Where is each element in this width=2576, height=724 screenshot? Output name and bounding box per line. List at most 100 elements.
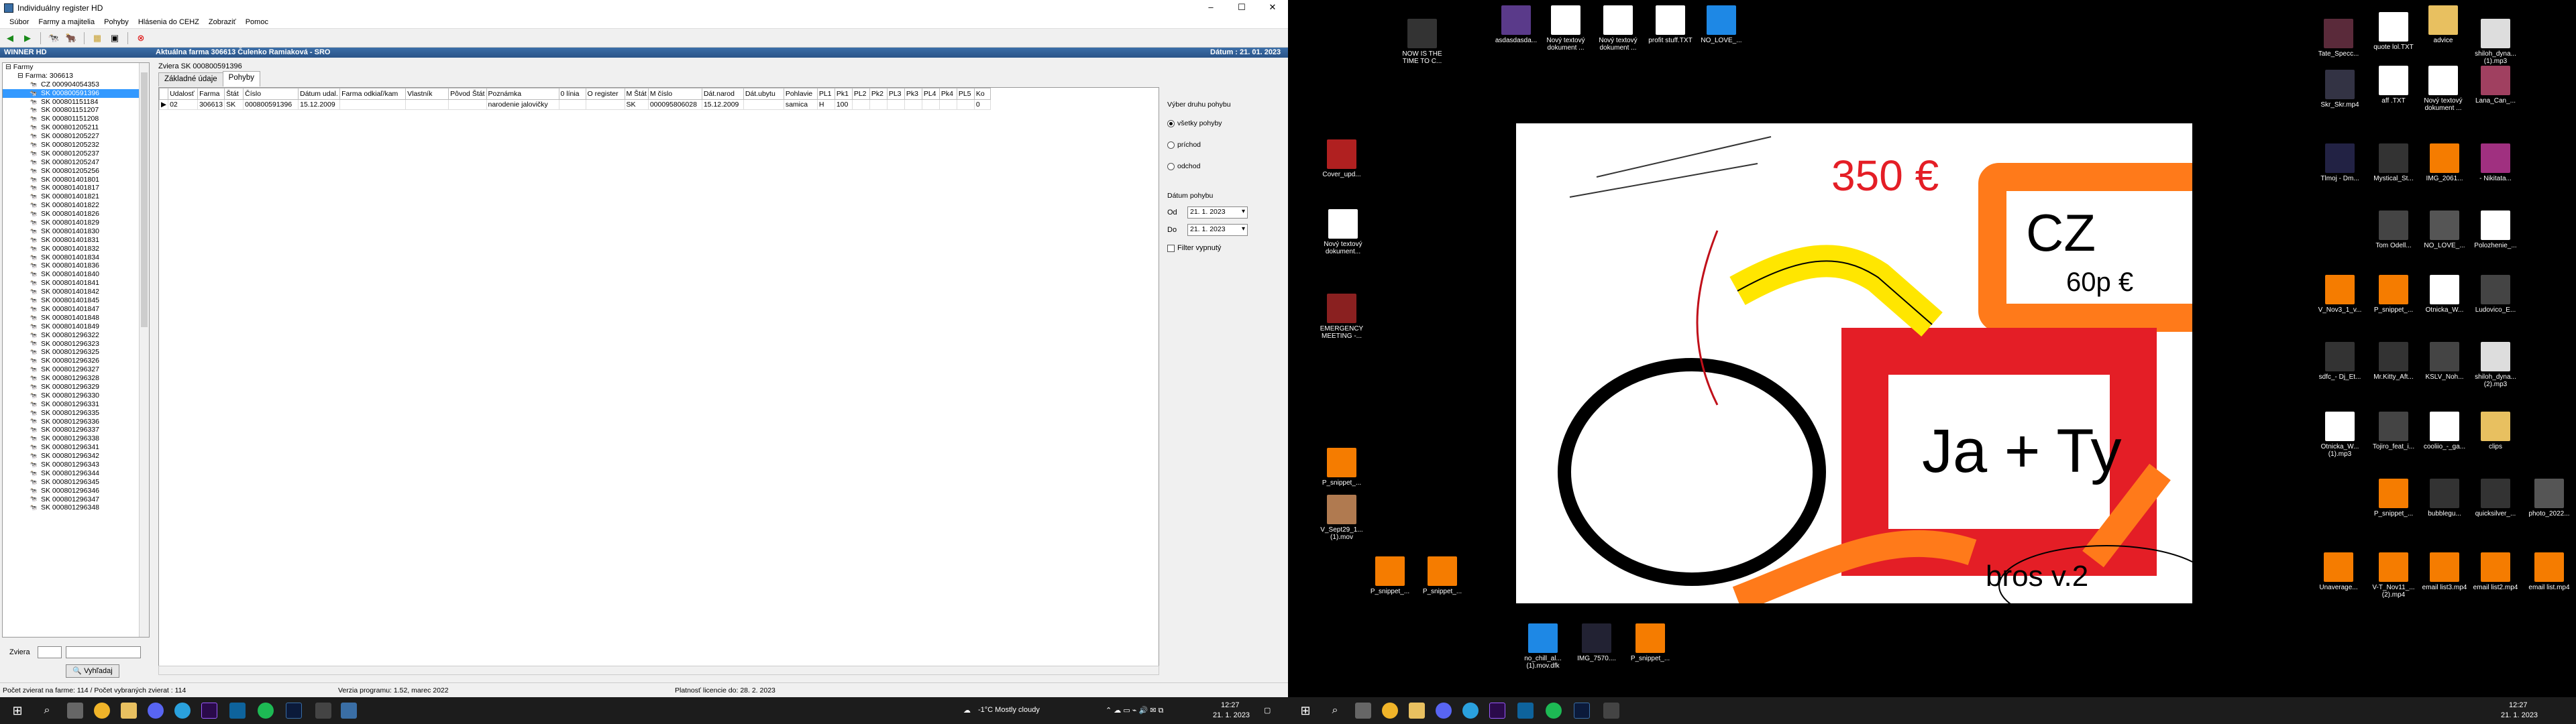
desktop-icon[interactable]: Mystical_St... [2367, 143, 2420, 182]
table-cell[interactable] [405, 99, 449, 110]
tree-item[interactable]: 🐄 SK 000801401836 [3, 261, 149, 270]
desktop-icon[interactable]: profit stuff.TXT [1644, 5, 1697, 44]
desktop-icon[interactable]: bubblegu... [2418, 479, 2471, 518]
column-header[interactable]: PL4 [921, 88, 940, 100]
table-cell[interactable]: narodenie jalovičky [486, 99, 559, 110]
close-button[interactable]: ✕ [1257, 0, 1288, 15]
discord-icon[interactable] [1436, 703, 1452, 719]
desktop-icon[interactable]: NOW IS THE TIME TO C... [1395, 19, 1449, 65]
column-header[interactable]: Číslo [243, 88, 299, 100]
column-header[interactable]: Ko [973, 88, 991, 100]
desktop-icon[interactable]: IMG_2061... [2418, 143, 2471, 182]
column-header[interactable]: Poznámka [486, 88, 559, 100]
tree-item[interactable]: 🐄 SK 000801401841 [3, 279, 149, 288]
table-cell[interactable]: 15.12.2009 [701, 99, 744, 110]
menu-file[interactable]: Súbor [9, 18, 29, 26]
tree-item[interactable]: 🐄 SK 000801401832 [3, 245, 149, 253]
menu-view[interactable]: Zobraziť [209, 18, 236, 26]
desktop-icon[interactable]: Nový textový dokument ... [2416, 66, 2470, 112]
animal-tree[interactable]: ⊟ Farmy ⊟ Farma: 306613 🐄 CZ 000904054353 🐄 S… [2, 62, 150, 638]
tree-root[interactable]: ⊟ Farmy [3, 63, 149, 72]
radio-departure[interactable]: odchod [1167, 156, 1268, 177]
file-explorer-icon[interactable] [1409, 703, 1425, 719]
tree-item[interactable]: 🐄 CZ 000904054353 [3, 80, 149, 89]
desktop-icon[interactable]: Polozhenie_... [2469, 210, 2522, 249]
column-header[interactable]: Vlastník [405, 88, 449, 100]
maximize-button[interactable]: ☐ [1226, 0, 1257, 15]
premiere-icon[interactable] [1489, 703, 1505, 719]
desktop-icon[interactable]: Nový textový dokument... [1316, 209, 1370, 255]
windows-start-icon[interactable]: ⊞ [1297, 703, 1313, 719]
desktop-icon[interactable]: cooliio_-_ga... [2418, 412, 2471, 450]
tree-item[interactable]: 🐄 SK 000801401821 [3, 192, 149, 201]
tray-icons[interactable]: ⌃ ☁ ▭ ⌁ 🔊 ✉ ⧉ [1106, 706, 1163, 715]
desktop-icon[interactable]: sdfc_- Dj_Et... [2313, 342, 2367, 381]
table-cell[interactable]: 0 [973, 99, 991, 110]
column-header[interactable]: PL2 [851, 88, 870, 100]
desktop-icon[interactable]: Tom Odell... [2367, 210, 2420, 249]
tree-item[interactable]: 🐄 SK 000801401831 [3, 236, 149, 245]
table-cell[interactable] [886, 99, 905, 110]
column-header[interactable]: Farma [197, 88, 225, 100]
telegram-icon[interactable] [1462, 703, 1479, 719]
desktop-icon[interactable]: V_Sept29_1... (1).mov [1315, 495, 1368, 541]
column-header[interactable]: Dátum udal. [298, 88, 341, 100]
tab-basic-data[interactable]: Základné údaje [158, 72, 223, 86]
weather-text[interactable]: -1°C Mostly cloudy [978, 706, 1040, 714]
column-header[interactable]: Dát.ubytu [743, 88, 784, 100]
column-header[interactable]: Pohlavie [783, 88, 818, 100]
desktop-icon[interactable]: Otnicka_W... [2418, 275, 2471, 314]
table-cell[interactable]: samica [783, 99, 818, 110]
tree-item[interactable]: 🐄 SK 000801205247 [3, 158, 149, 167]
tree-item[interactable]: 🐄 SK 000801401826 [3, 210, 149, 219]
desktop-icon[interactable]: shiloh_dyna... (1).mp3 [2469, 19, 2522, 65]
desktop-icon[interactable]: email list2.mp4 [2469, 552, 2522, 591]
desktop-icon[interactable]: - Nikitata... [2469, 143, 2522, 182]
column-header[interactable]: Pk2 [869, 88, 888, 100]
desktop-icon[interactable]: Mr.Kitty_Aft... [2367, 342, 2420, 381]
grid-horizontal-scrollbar[interactable] [158, 666, 1159, 675]
task-view-icon[interactable] [67, 703, 83, 719]
premiere-icon[interactable] [201, 703, 217, 719]
menu-movements[interactable]: Pohyby [104, 18, 129, 26]
desktop-icon[interactable]: aff .TXT [2367, 66, 2420, 105]
tree-item[interactable]: 🐄 SK 000801296348 [3, 503, 149, 512]
tree-item[interactable]: 🐄 SK 000801296330 [3, 391, 149, 400]
clock-date[interactable]: 21. 1. 2023 [2501, 711, 2538, 719]
desktop-icon[interactable]: Tate_Specc... [2312, 19, 2365, 58]
desktop-icon[interactable]: Tlmoj - Dm... [2313, 143, 2367, 182]
desktop-icon[interactable]: V_Nov3_1_v... [2313, 275, 2367, 314]
desktop-icon[interactable]: no_chill_al... (1).mov.dfk [1516, 623, 1570, 670]
table-cell[interactable]: H [816, 99, 835, 110]
desktop-icon[interactable]: P_snippet_... [2367, 275, 2420, 314]
tree-item[interactable]: 🐄 SK 000801296327 [3, 365, 149, 374]
table-cell[interactable] [339, 99, 407, 110]
search-icon[interactable]: ⌕ [39, 703, 55, 719]
photoshop-icon[interactable] [1574, 703, 1590, 719]
table-cell[interactable]: 000095806028 [647, 99, 702, 110]
tree-item[interactable]: 🐄 SK 000801401849 [3, 322, 149, 331]
table-row[interactable]: ▶ 02 306613 SK 000800591396 15.12.2009 naroden… [159, 99, 991, 110]
file-explorer-icon[interactable] [121, 703, 137, 719]
clock-date[interactable]: 21. 1. 2023 [1213, 711, 1250, 719]
desktop-icon[interactable]: P_snippet_... [1415, 556, 1469, 595]
table-cell[interactable]: 306613 [197, 99, 225, 110]
table-cell[interactable]: SK [224, 99, 244, 110]
desktop-icon[interactable]: Otnicka_W... (1).mp3 [2313, 412, 2367, 458]
column-header[interactable]: Pk3 [904, 88, 922, 100]
tree-item[interactable]: 🐄 SK 000801401848 [3, 314, 149, 322]
tree-item[interactable]: 🐄 SK 000801296329 [3, 383, 149, 391]
search-icon[interactable]: ⌕ [1327, 703, 1343, 719]
desktop-icon[interactable]: Unaverage... [2312, 552, 2365, 591]
table-cell[interactable] [558, 99, 586, 110]
desktop-icon[interactable]: KSLV_Noh... [2418, 342, 2471, 381]
menu-help[interactable]: Pomoc [246, 18, 268, 26]
table-cell[interactable] [869, 99, 888, 110]
desktop-icon[interactable]: Skr_Skr.mp4 [2313, 70, 2367, 109]
back-icon[interactable]: ◀ [3, 32, 17, 45]
tree-item[interactable]: 🐄 SK 000801296347 [3, 495, 149, 504]
clock-time[interactable]: 12:27 [2509, 701, 2528, 709]
table-cell[interactable]: SK [624, 99, 649, 110]
table-cell[interactable] [743, 99, 784, 110]
tree-item[interactable]: 🐄 SK 000801296325 [3, 348, 149, 357]
